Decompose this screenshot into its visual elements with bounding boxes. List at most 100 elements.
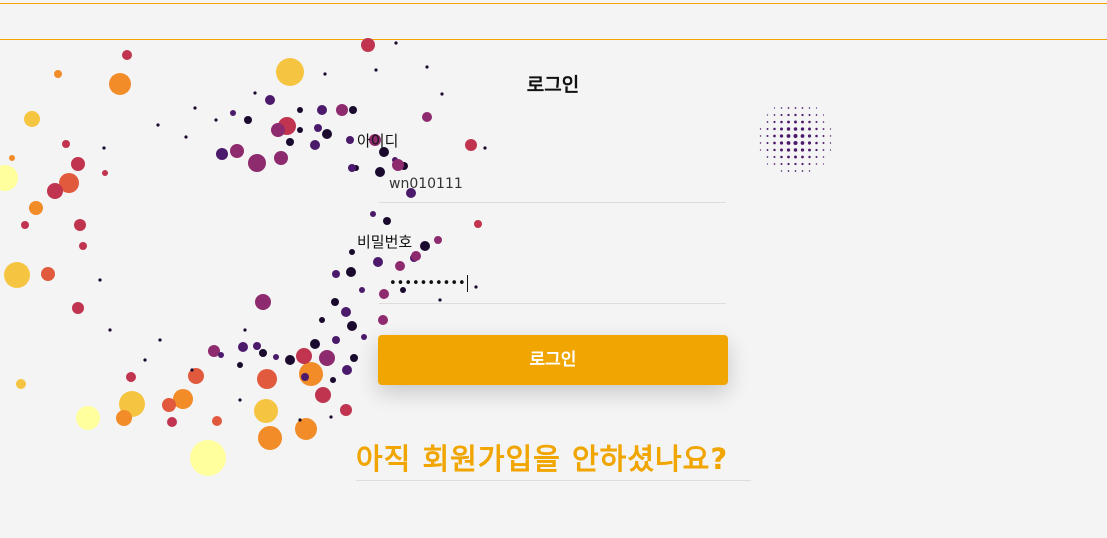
sphere-particle xyxy=(793,127,798,131)
particle xyxy=(319,317,325,323)
particle xyxy=(314,124,322,132)
sphere-particle xyxy=(766,121,769,123)
particle xyxy=(76,406,100,430)
particle xyxy=(420,241,430,251)
sphere-particle xyxy=(766,141,769,145)
particle xyxy=(330,377,336,383)
particle xyxy=(301,373,309,381)
sphere-particle xyxy=(822,163,825,165)
particle xyxy=(253,342,261,350)
sphere-particle xyxy=(773,107,776,109)
particle xyxy=(218,352,224,358)
particle xyxy=(190,368,194,372)
sphere-particle xyxy=(801,113,804,117)
sphere-particle xyxy=(780,113,783,117)
particle xyxy=(276,58,304,86)
particle xyxy=(4,262,30,288)
particle xyxy=(346,136,354,144)
particle xyxy=(319,350,335,366)
sphere-particle xyxy=(793,140,798,146)
login-button[interactable]: 로그인 xyxy=(378,335,728,385)
particle xyxy=(230,144,244,158)
particle xyxy=(41,267,55,281)
particle xyxy=(340,404,352,416)
sphere-particle xyxy=(779,141,784,145)
sphere-particle xyxy=(808,155,811,159)
sphere-particle xyxy=(801,162,804,166)
sphere-particle xyxy=(822,128,825,130)
particle xyxy=(440,92,444,96)
password-input-value: •••••••••• xyxy=(389,275,468,292)
sphere-particle xyxy=(773,134,776,138)
sphere-particle xyxy=(794,162,797,166)
particle xyxy=(193,106,197,110)
particle xyxy=(383,217,391,225)
particle xyxy=(188,368,204,384)
sphere-particle xyxy=(808,163,811,165)
sphere-particle xyxy=(773,141,776,145)
sphere-particle xyxy=(780,127,783,131)
particle xyxy=(349,249,355,255)
particle xyxy=(98,278,102,282)
sphere-particle xyxy=(808,107,811,109)
sphere-particle xyxy=(773,148,776,152)
sphere-particle xyxy=(800,127,805,131)
particle xyxy=(298,418,302,422)
particle xyxy=(274,151,288,165)
particle xyxy=(271,123,285,137)
sphere-particle xyxy=(822,135,825,137)
sphere-particle xyxy=(786,141,791,145)
particle xyxy=(297,127,303,133)
id-input-value: wn010111 xyxy=(389,176,463,192)
sphere-particle xyxy=(780,120,783,124)
sphere-particle xyxy=(759,142,762,144)
particle xyxy=(71,157,85,171)
sphere-particle xyxy=(786,127,791,131)
particle xyxy=(72,302,84,314)
sphere-particle xyxy=(794,155,797,159)
password-input[interactable]: •••••••••• xyxy=(379,269,726,304)
particle xyxy=(359,287,365,293)
sphere-particle xyxy=(815,134,818,138)
particle xyxy=(156,123,160,127)
sphere-particle xyxy=(794,170,797,172)
sphere-particle xyxy=(794,113,797,117)
particle xyxy=(243,328,247,332)
particle xyxy=(230,110,236,116)
particle xyxy=(158,338,162,342)
particle xyxy=(108,328,112,332)
particle xyxy=(255,294,271,310)
particle xyxy=(296,348,312,364)
particle xyxy=(434,236,442,244)
id-input[interactable]: wn010111 xyxy=(379,168,726,203)
particle xyxy=(310,339,320,349)
particle xyxy=(370,211,376,217)
sphere-particle xyxy=(787,155,790,159)
sphere-particle xyxy=(815,163,818,165)
particle xyxy=(9,155,15,161)
particle xyxy=(54,70,62,78)
particle xyxy=(361,334,367,340)
particle xyxy=(341,307,351,317)
particle xyxy=(332,270,340,278)
particle xyxy=(465,139,477,151)
password-mask: •••••••••• xyxy=(389,276,466,291)
particle xyxy=(342,365,352,375)
particle xyxy=(323,72,327,76)
particle xyxy=(16,379,26,389)
signup-link[interactable]: 아직 회원가입을 안하셨나요? xyxy=(356,436,751,481)
particle xyxy=(0,165,18,191)
particle xyxy=(259,349,267,357)
sphere-particle xyxy=(822,114,825,116)
particle xyxy=(24,111,40,127)
sphere-particle xyxy=(822,121,825,123)
particle xyxy=(285,355,295,365)
particle xyxy=(425,65,429,69)
particle xyxy=(331,298,339,306)
sphere-particle xyxy=(801,170,804,172)
sphere-particle xyxy=(780,155,783,159)
sphere-particle xyxy=(787,120,790,124)
particle xyxy=(116,410,132,426)
particle xyxy=(102,146,106,150)
particle xyxy=(317,105,327,115)
